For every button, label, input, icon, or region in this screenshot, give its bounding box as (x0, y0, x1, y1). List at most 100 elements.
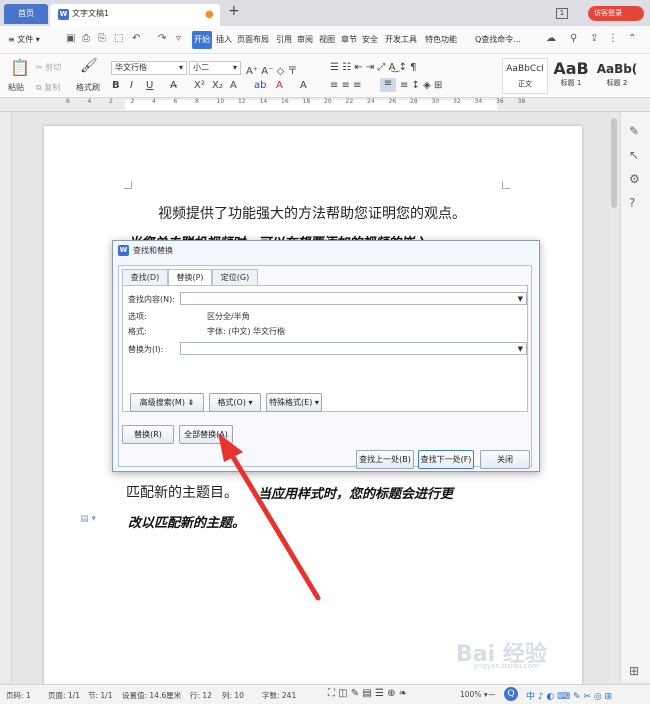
tab-home[interactable]: 首页 (4, 4, 48, 24)
cloud-icon[interactable]: ☁ (546, 33, 556, 44)
dialog-title-bar[interactable]: W 查找和替换 (113, 241, 539, 261)
doc-paragraph-line[interactable]: 当应用样式时，您的标题会进行更 (258, 483, 453, 502)
zoom-out-button[interactable]: — (488, 690, 496, 699)
share-icon[interactable]: ⚲ (570, 33, 577, 44)
save-icon[interactable]: ▣ (66, 33, 75, 44)
customize-chevron-icon[interactable]: ▿ (176, 33, 181, 44)
upload-icon[interactable]: ⇪ (590, 33, 598, 44)
more-icon[interactable]: ⋮ (608, 33, 618, 44)
grid-apps-icon[interactable]: ⊞ (629, 664, 639, 678)
status-bar: 页码: 1 页面: 1/1 节: 1/1 设置值: 14.6厘米 行: 12 列… (0, 684, 650, 704)
ruler-tick-label: 30 (431, 98, 440, 105)
menu-security[interactable]: 安全 (362, 34, 378, 45)
paragraph-marker-icon[interactable]: ▤ ▾ (80, 514, 96, 524)
replace-all-button[interactable]: 全部替换(A) (179, 425, 233, 444)
find-next-button[interactable]: 查找下一处(F) (418, 450, 474, 469)
doc-paragraph-line[interactable]: 匹配新的主题目。 (126, 482, 238, 502)
menu-start[interactable]: 开始 (192, 31, 212, 49)
distribute-icon[interactable]: ≡ ↕ ◈ ⊞ (400, 80, 442, 91)
collapse-ribbon-icon[interactable]: ⌃ (628, 33, 636, 44)
select-cursor-icon[interactable]: ↖ (629, 148, 639, 162)
export-icon[interactable]: ⬚ (114, 33, 123, 44)
doc-paragraph-line[interactable]: 视频提供了功能强大的方法帮助您证明您的观点。 (158, 203, 466, 223)
ruler-text-area (125, 100, 497, 110)
status-words[interactable]: 字数: 241 (262, 690, 296, 701)
bullet-list-icon[interactable]: ☰ ☷ ⇤ ⇥ ⤢ A͜ ↕ ¶ (330, 62, 417, 73)
edit-pen-icon[interactable]: ✎ (629, 124, 639, 138)
align-left-icon[interactable]: ≡ ≡ ≡ (330, 80, 362, 91)
status-setting[interactable]: 设置值: 14.6厘米 (122, 690, 181, 701)
special-format-button[interactable]: 特殊格式(E) ▾ (266, 393, 322, 412)
menu-references[interactable]: 引用 (276, 34, 292, 45)
highlight-icon[interactable]: ab (254, 80, 266, 91)
tab-goto[interactable]: 定位(G) (212, 269, 258, 285)
style-normal[interactable]: AaBbCcI 正文 (502, 58, 548, 94)
settings-sliders-icon[interactable]: ⚙ (629, 172, 640, 186)
font-family-select[interactable]: 华文行楷 ▾ (111, 61, 187, 75)
zoom-select[interactable]: 100% ▾ (460, 690, 488, 699)
command-search[interactable]: Q查找命令... (475, 34, 521, 45)
tab-document[interactable]: W 文字文稿1 ● (50, 4, 220, 26)
replace-button[interactable]: 替换(R) (122, 425, 174, 444)
status-row[interactable]: 行: 12 (190, 690, 212, 701)
menu-insert[interactable]: 插入 (216, 34, 232, 45)
style-heading-1[interactable]: AaB 标题 1 (550, 58, 592, 94)
menu-features[interactable]: 特色功能 (425, 34, 457, 45)
copy-button[interactable]: ⧉ 复制 (36, 82, 60, 93)
strikethrough-icon[interactable]: A̶ (170, 80, 177, 91)
doc-paragraph-line[interactable]: 改以匹配新的主题。 (128, 512, 245, 531)
status-page[interactable]: 页码: 1 (6, 690, 31, 701)
style-heading-2[interactable]: AaBb( 标题 2 (594, 58, 640, 94)
subscript-icon[interactable]: X₂ (212, 80, 223, 91)
superscript-icon[interactable]: X² (194, 80, 205, 91)
scrollbar-thumb[interactable] (611, 118, 617, 208)
italic-icon[interactable]: I (130, 80, 133, 91)
menu-developer[interactable]: 开发工具 (385, 34, 417, 45)
status-pages[interactable]: 页面: 1/1 (48, 690, 80, 701)
text-effect-icon[interactable]: A (230, 80, 237, 91)
print-preview-icon[interactable]: ⎙ (82, 33, 90, 44)
underline-icon[interactable]: U (146, 80, 153, 91)
font-size-select[interactable]: 小二 ▾ (189, 61, 241, 75)
style-h1-label: 标题 1 (560, 79, 582, 87)
status-col[interactable]: 列: 10 (222, 690, 244, 701)
format-painter-button[interactable]: 格式刷 (76, 82, 100, 93)
ruler-tick-label: 18 (302, 98, 311, 105)
visitor-login-button[interactable]: 访客登录 (588, 6, 644, 21)
view-mode-icons[interactable]: ⛶ ◫ ✎ ▤ ☰ ⊕ ❧ (328, 688, 407, 699)
grow-font-icon[interactable]: A⁺ A⁻ ◇ 〒 (246, 62, 297, 77)
menu-review[interactable]: 审阅 (297, 34, 313, 45)
tab-find[interactable]: 查找(D) (122, 269, 168, 285)
menu-chapter[interactable]: 章节 (341, 34, 357, 45)
print-icon[interactable]: ⎘ (98, 33, 106, 44)
close-button[interactable]: 关闭 (480, 450, 530, 469)
format-button[interactable]: 格式(O) ▾ (209, 393, 261, 412)
paste-icon[interactable]: 📋 (10, 58, 30, 77)
help-icon[interactable]: ? (629, 196, 635, 210)
undo-icon[interactable]: ↶ (132, 33, 140, 44)
input-method-icon[interactable]: Q (504, 687, 518, 701)
find-input[interactable]: ▼ (180, 292, 527, 305)
file-menu[interactable]: ≡ 文件 ▾ (8, 34, 40, 45)
menu-layout[interactable]: 页面布局 (237, 34, 269, 45)
menu-view[interactable]: 视图 (319, 34, 335, 45)
add-tab-button[interactable]: + (228, 3, 240, 19)
justify-icon[interactable]: ≡ (380, 78, 396, 92)
redo-icon[interactable]: ↷ (158, 33, 166, 44)
format-painter-icon[interactable]: 🖌 (80, 58, 98, 74)
font-color-icon[interactable]: A (276, 80, 283, 91)
replace-input[interactable]: ▼ (180, 342, 527, 355)
chevron-down-icon[interactable]: ▼ (518, 343, 523, 355)
advanced-search-button[interactable]: 高级搜索(M) ⇟ (130, 393, 204, 412)
ruler-tick-label: 8 (195, 98, 199, 105)
window-count-badge[interactable]: 1 (556, 8, 568, 19)
find-previous-button[interactable]: 查找上一处(B) (356, 450, 414, 469)
paste-button[interactable]: 粘贴 (8, 82, 24, 93)
cut-button[interactable]: ✂ 剪切 (36, 62, 61, 73)
char-shading-icon[interactable]: A (300, 80, 307, 91)
tab-replace[interactable]: 替换(P) (168, 269, 212, 286)
ime-toolbar-icons[interactable]: 中 ♪ ◐ ⌨ ✎ ✂ ◎ ⊞ (526, 689, 612, 702)
chevron-down-icon[interactable]: ▼ (518, 293, 523, 305)
bold-icon[interactable]: B (112, 80, 120, 91)
status-section[interactable]: 节: 1/1 (88, 690, 112, 701)
